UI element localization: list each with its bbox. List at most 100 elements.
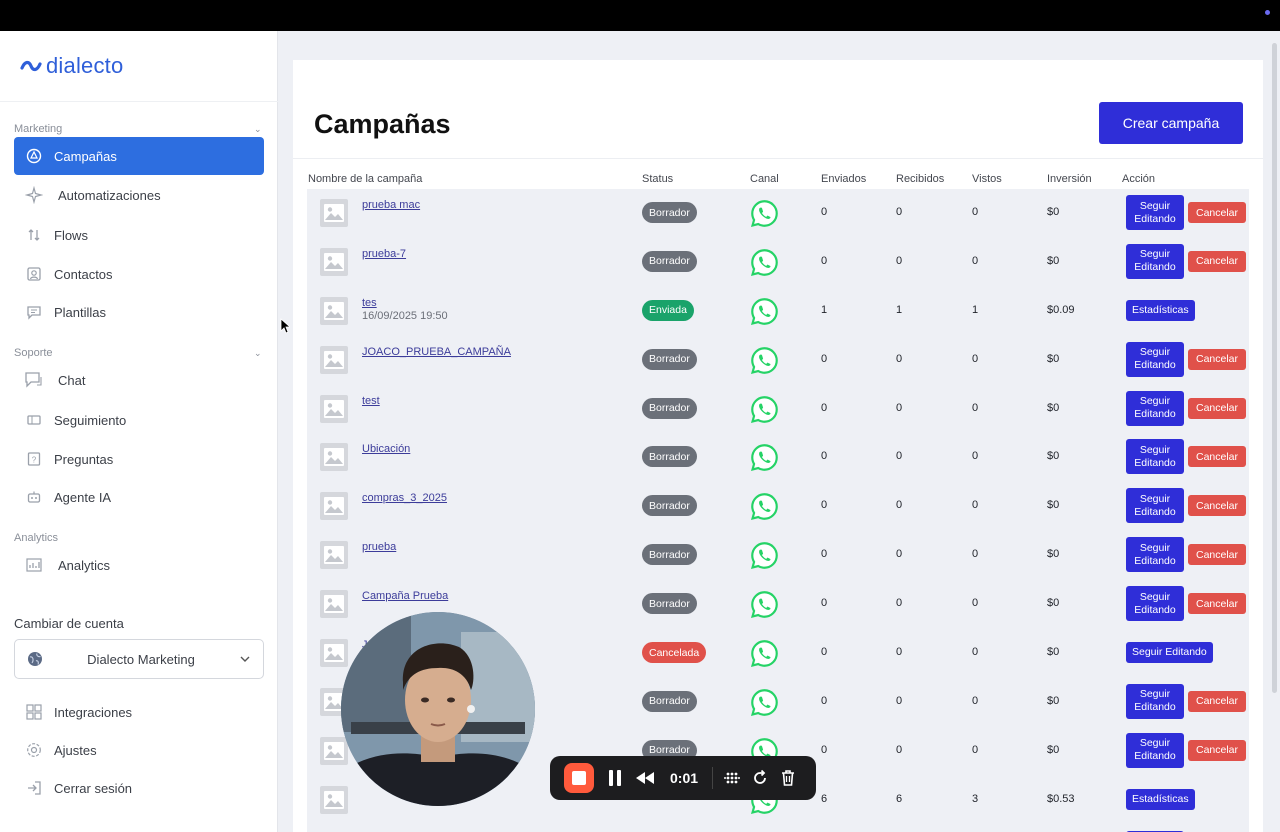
campaign-name-link[interactable]: prueba-7 [362,248,406,260]
image-placeholder-icon [320,394,348,423]
continue-editing-button[interactable]: Seguir Editando [1126,243,1184,279]
sidebar-item-chat[interactable]: Chat [14,361,264,399]
continue-editing-button[interactable]: Seguir Editando [1126,439,1184,475]
sidebar-item-analytics[interactable]: Analytics [14,546,264,584]
sidebar-item-campanas[interactable]: Campañas [14,137,264,175]
campaign-name-link[interactable]: test [362,395,380,407]
app-window: dialecto Marketing ⌄ Campañas Automatiza… [0,31,1280,832]
column-header-action: Acción [1122,173,1156,185]
chevron-down-icon [240,656,250,662]
arrows-updown-icon [24,225,44,245]
cancel-button[interactable]: Cancelar [1188,690,1247,712]
drawing-grid-icon[interactable] [721,767,743,789]
campaign-name-link[interactable]: compras_3_2025 [362,492,447,504]
cell-seen: 0 [972,206,979,218]
sidebar-item-agente-ia[interactable]: Agente IA [14,478,264,516]
continue-editing-button[interactable]: Seguir Editando [1126,586,1184,622]
continue-editing-button[interactable]: Seguir Editando [1126,390,1184,426]
cancel-button[interactable]: Cancelar [1188,593,1247,615]
continue-editing-button[interactable]: Seguir Editando [1126,195,1184,230]
campaign-name-link[interactable]: tes [362,297,377,309]
logout-icon [24,778,44,798]
campaign-name-link[interactable]: Ubicación [362,443,410,455]
sidebar-item-label: Cerrar sesión [54,780,133,796]
image-placeholder-icon [320,785,348,814]
chevron-down-icon[interactable]: ⌄ [254,124,262,135]
status-badge: Borrador [642,250,697,272]
continue-editing-button[interactable]: Seguir Editando [1126,488,1184,524]
sidebar-item-integraciones[interactable]: Integraciones [14,693,264,731]
cell-received: 0 [896,352,903,365]
table-row: prueba Borrador 0 0 0 $0 Seguir Editando Cancel… [307,531,1249,580]
sidebar-item-label: Chat [58,372,86,388]
cell-seen: 0 [972,401,979,414]
cell-seen: 1 [972,303,979,316]
cell-sent: 0 [821,548,828,561]
cancel-button[interactable]: Cancelar [1188,348,1247,370]
cancel-button[interactable]: Cancelar [1188,250,1247,272]
campaign-name-link[interactable]: prueba mac [362,199,420,211]
statistics-button[interactable]: Estadísticas [1126,299,1195,321]
statistics-button[interactable]: Estadísticas [1126,788,1195,810]
status-badge: Borrador [642,593,697,615]
logo[interactable]: dialecto [20,53,123,79]
section-label-soporte: Soporte [14,347,53,359]
stop-recording-button[interactable] [564,763,594,793]
row-actions: Seguir EditandoCancelar [1126,683,1247,719]
sidebar-item-seguimiento[interactable]: Seguimiento [14,401,264,439]
cell-seen: 0 [972,548,979,561]
continue-editing-button[interactable]: Seguir Editando [1126,683,1184,719]
cancel-button[interactable]: Cancelar [1188,544,1247,566]
cancel-button[interactable]: Cancelar [1188,495,1247,517]
cell-sent: 0 [821,254,828,267]
cancel-button[interactable]: Cancelar [1188,739,1247,761]
rocket-icon [24,146,44,166]
cancel-button[interactable]: Cancelar [1188,202,1247,223]
campaign-name-link[interactable]: Campaña Prueba [362,590,448,602]
trash-icon[interactable] [777,767,799,789]
whatsapp-icon [750,199,779,228]
cell-received: 0 [896,254,903,267]
create-campaign-button[interactable]: Crear campaña [1099,102,1243,144]
pause-icon[interactable] [604,767,626,789]
image-placeholder-icon [320,296,348,325]
continue-editing-button[interactable]: Seguir Editando [1126,642,1213,664]
sidebar-item-flows[interactable]: Flows [14,216,264,254]
sidebar: dialecto Marketing ⌄ Campañas Automatiza… [0,31,278,832]
chat-icon [24,370,44,390]
image-placeholder-icon [320,736,348,765]
whatsapp-icon [750,248,779,277]
ticket-icon [24,410,44,430]
account-select[interactable]: Dialecto Marketing [14,639,264,679]
cancel-button[interactable]: Cancelar [1188,446,1247,468]
cancel-button[interactable]: Cancelar [1188,397,1247,419]
webcam-overlay[interactable] [341,612,535,806]
cell-investment: $0 [1047,597,1060,610]
campaign-name-link[interactable]: JOACO_PRUEBA_CAMPAÑA [362,346,511,358]
table-row: tes 16/09/2025 19:50 Enviada 1 1 1 $0.09 Estadí… [307,287,1249,336]
cell-seen: 0 [972,254,979,267]
account-switch-label: Cambiar de cuenta [14,616,124,631]
sidebar-item-automatizaciones[interactable]: Automatizaciones [14,176,264,214]
rewind-icon[interactable] [634,767,656,789]
column-header-status: Status [642,173,674,185]
chevron-down-icon[interactable]: ⌄ [254,348,262,359]
whatsapp-icon [750,492,779,521]
sidebar-item-cerrar-sesion[interactable]: Cerrar sesión [14,769,264,807]
page-title: Campañas [314,109,451,139]
sidebar-item-preguntas[interactable]: ? Preguntas [14,440,264,478]
divider [0,101,278,102]
sidebar-item-plantillas[interactable]: Plantillas [14,293,264,331]
campaign-name-link[interactable]: prueba [362,541,396,553]
sidebar-item-label: Integraciones [54,704,133,720]
sidebar-item-contactos[interactable]: Contactos [14,255,264,293]
continue-editing-button[interactable]: Seguir Editando [1126,341,1184,377]
restart-icon[interactable] [749,767,771,789]
recording-timer: 0:01 [670,770,699,786]
table-row: prueba-7 Borrador 0 0 0 $0 Seguir Editando Canc… [307,238,1249,287]
whatsapp-icon [750,395,779,424]
continue-editing-button[interactable]: Seguir Editando [1126,537,1184,573]
sidebar-item-ajustes[interactable]: Ajustes [14,731,264,769]
continue-editing-button[interactable]: Seguir Editando [1126,732,1184,768]
scrollbar[interactable] [1272,43,1277,693]
